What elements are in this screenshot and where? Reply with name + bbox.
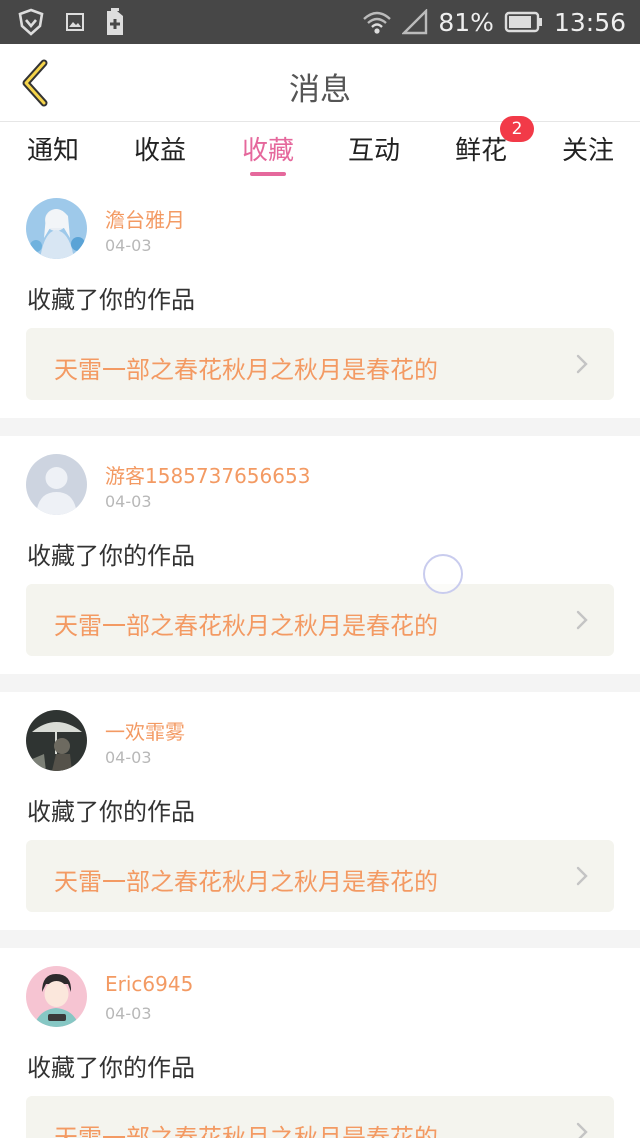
tab-bar: 通知 收益 收藏 互动 鲜花 关注 xyxy=(0,122,640,180)
date: 04-03 xyxy=(105,492,152,511)
date: 04-03 xyxy=(105,1004,152,1023)
list-item: Eric6945 04-03 收藏了你的作品 天雷一部之春花秋月之秋月是春花的 xyxy=(0,948,640,1138)
date: 04-03 xyxy=(105,236,152,255)
message-list: 澹台雅月 04-03 收藏了你的作品 天雷一部之春花秋月之秋月是春花的 游客15… xyxy=(0,180,640,1138)
action-text: 收藏了你的作品 xyxy=(27,542,195,570)
tab-earnings[interactable]: 收益 xyxy=(134,130,186,167)
chevron-right-icon xyxy=(576,866,588,886)
sd-card-icon xyxy=(107,8,123,35)
avatar-image xyxy=(26,198,87,259)
image-icon xyxy=(66,13,84,31)
list-item: 游客1585737656653 04-03 收藏了你的作品 天雷一部之春花秋月之… xyxy=(0,436,640,674)
battery-icon xyxy=(504,11,542,33)
tab-notifications[interactable]: 通知 xyxy=(27,130,79,167)
default-avatar-image xyxy=(26,454,87,515)
chevron-right-icon xyxy=(576,610,588,630)
work-link[interactable]: 天雷一部之春花秋月之秋月是春花的 xyxy=(26,840,614,912)
avatar[interactable] xyxy=(26,198,87,259)
tab-interactions[interactable]: 互动 xyxy=(348,130,400,167)
work-title: 天雷一部之春花秋月之秋月是春花的 xyxy=(54,1124,438,1138)
work-title: 天雷一部之春花秋月之秋月是春花的 xyxy=(54,356,438,384)
tab-favorites[interactable]: 收藏 xyxy=(242,130,294,167)
username[interactable]: Eric6945 xyxy=(105,972,193,996)
work-title: 天雷一部之春花秋月之秋月是春花的 xyxy=(54,612,438,640)
flowers-badge: 2 xyxy=(500,116,534,142)
list-item: 澹台雅月 04-03 收藏了你的作品 天雷一部之春花秋月之秋月是春花的 xyxy=(0,180,640,418)
page-title: 消息 xyxy=(289,72,351,108)
action-text: 收藏了你的作品 xyxy=(27,286,195,314)
username[interactable]: 澹台雅月 xyxy=(105,204,185,233)
chevron-right-icon xyxy=(576,354,588,374)
work-title: 天雷一部之春花秋月之秋月是春花的 xyxy=(54,868,438,896)
username[interactable]: 游客1585737656653 xyxy=(105,460,310,489)
list-item: 一欢霏雾 04-03 收藏了你的作品 天雷一部之春花秋月之秋月是春花的 xyxy=(0,692,640,930)
divider xyxy=(0,930,640,948)
divider xyxy=(0,418,640,436)
avatar-image xyxy=(26,710,87,771)
signal-icon xyxy=(402,9,428,35)
status-bar: 81% 13:56 xyxy=(0,0,640,44)
username[interactable]: 一欢霏雾 xyxy=(105,716,185,745)
clock: 13:56 xyxy=(553,7,626,37)
app-header: 消息 xyxy=(0,44,640,122)
action-text: 收藏了你的作品 xyxy=(27,1054,195,1082)
active-tab-indicator xyxy=(250,172,286,176)
avatar-image xyxy=(26,966,87,1027)
avatar[interactable] xyxy=(26,454,87,515)
chevron-right-icon xyxy=(576,1122,588,1138)
avatar[interactable] xyxy=(26,710,87,771)
avatar[interactable] xyxy=(26,966,87,1027)
touch-indicator xyxy=(423,554,463,594)
tab-follows[interactable]: 关注 xyxy=(562,130,614,167)
work-link[interactable]: 天雷一部之春花秋月之秋月是春花的 xyxy=(26,328,614,400)
battery-percent: 81% xyxy=(438,7,494,37)
divider xyxy=(0,674,640,692)
wifi-icon xyxy=(363,11,392,34)
shield-icon xyxy=(18,8,44,36)
action-text: 收藏了你的作品 xyxy=(27,798,195,826)
work-link[interactable]: 天雷一部之春花秋月之秋月是春花的 xyxy=(26,1096,614,1138)
tab-flowers[interactable]: 鲜花 xyxy=(455,130,507,167)
date: 04-03 xyxy=(105,748,152,767)
work-link[interactable]: 天雷一部之春花秋月之秋月是春花的 xyxy=(26,584,614,656)
